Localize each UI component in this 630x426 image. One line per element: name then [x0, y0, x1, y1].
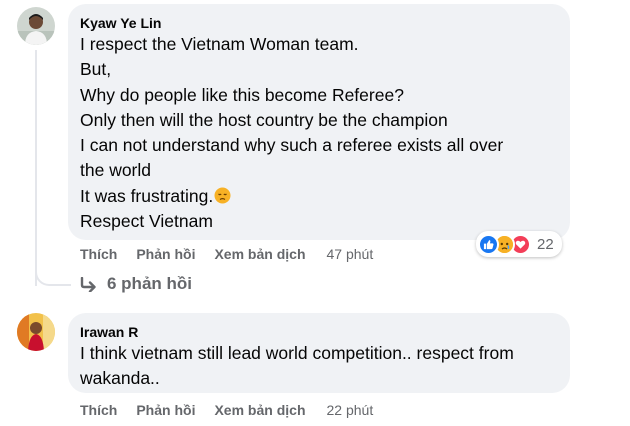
like-icon [478, 233, 499, 255]
comment-line-text: It was frustrating. [80, 185, 214, 206]
comment-bubble: Irawan R I think vietnam still lead worl… [68, 313, 570, 393]
sad-face-emoji [214, 186, 231, 204]
like-button[interactable]: Thích [80, 402, 117, 418]
reply-button[interactable]: Phản hồi [136, 246, 195, 262]
reaction-count: 22 [537, 235, 554, 253]
comment-line: But, [80, 59, 112, 80]
comment-author[interactable]: Kyaw Ye Lin [80, 14, 556, 32]
see-translation-button[interactable]: Xem bản dịch [214, 246, 305, 262]
view-replies-link[interactable]: 6 phản hồi [80, 274, 192, 294]
comment-actions: Thích Phản hồi Xem bản dịch 22 phút [80, 402, 373, 418]
reply-arrow-icon [80, 276, 96, 292]
comment-actions: Thích Phản hồi Xem bản dịch 47 phút [80, 246, 373, 262]
comment-line: Only then will the host country be the c… [80, 109, 448, 130]
replies-count-label: 6 phản hồi [107, 274, 192, 293]
comments-section: Kyaw Ye Lin I respect the Vietnam Woman … [0, 0, 630, 426]
comment-line: Why do people like this become Referee? [80, 84, 404, 105]
comment-timestamp[interactable]: 47 phút [327, 246, 374, 262]
comment-line: I respect the Vietnam Woman team. [80, 34, 359, 54]
see-translation-button[interactable]: Xem bản dịch [214, 402, 305, 418]
avatar-kyaw-ye-lin[interactable] [17, 7, 55, 45]
like-button[interactable]: Thích [80, 246, 117, 262]
comment-line-with-emoji: It was frustrating. [80, 184, 556, 209]
comment-bubble: Kyaw Ye Lin I respect the Vietnam Woman … [68, 4, 570, 240]
comment-author[interactable]: Irawan R [80, 323, 556, 341]
avatar-irawan-r[interactable] [17, 313, 55, 351]
comment-timestamp[interactable]: 22 phút [327, 402, 374, 418]
comment-line: wakanda.. [80, 368, 160, 389]
comment-line: I think vietnam still lead world competi… [80, 343, 514, 363]
thread-line [35, 50, 37, 286]
reply-button[interactable]: Phản hồi [136, 402, 195, 418]
thread-connector [35, 260, 71, 286]
reaction-summary[interactable]: 22 [476, 231, 562, 257]
comment-line: I can not understand why such a referee … [80, 135, 504, 156]
comment-line: the world [80, 160, 152, 181]
